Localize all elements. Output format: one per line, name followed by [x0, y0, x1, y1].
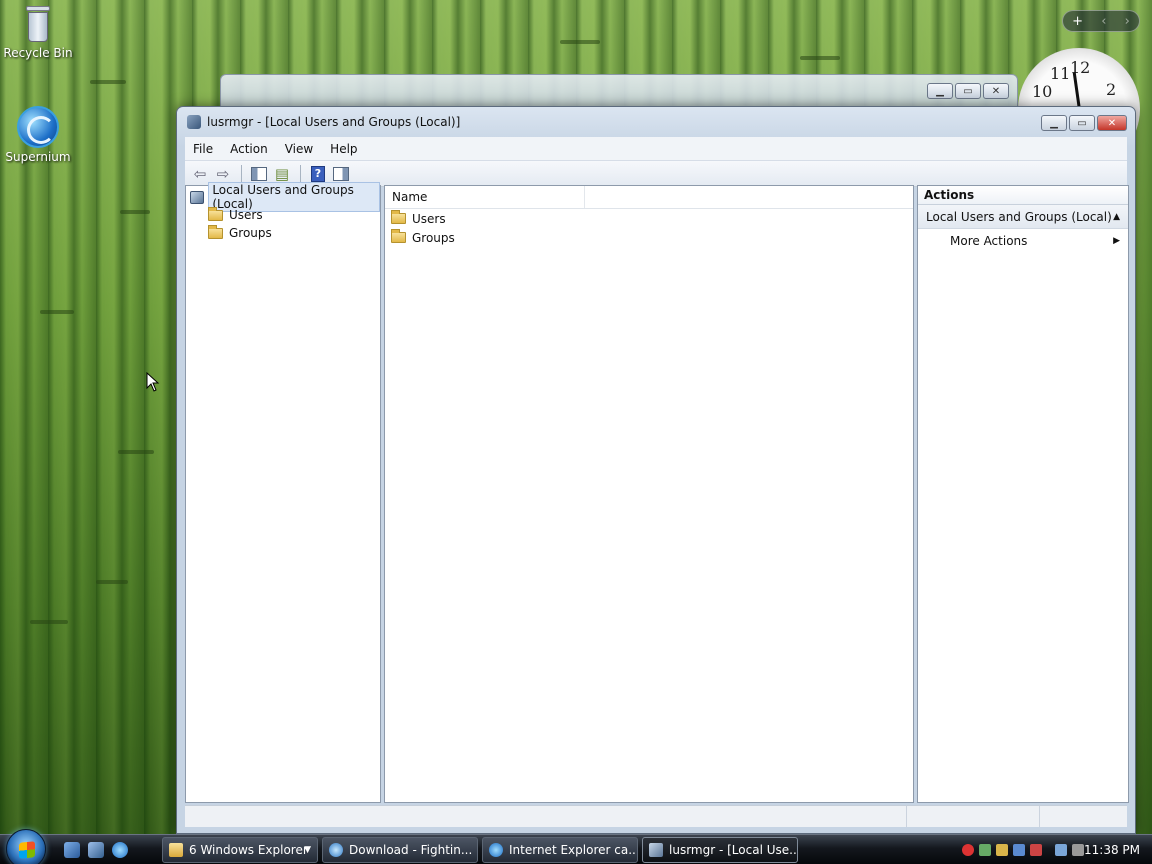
ie-icon	[489, 843, 503, 857]
network-icon[interactable]	[1013, 844, 1025, 856]
connection-icon[interactable]	[1055, 844, 1067, 856]
users-groups-icon	[190, 190, 205, 204]
desktop-icon-recycle-bin[interactable]: Recycle Bin	[0, 4, 76, 60]
lusrmgr-icon	[649, 843, 663, 857]
taskbar-button-label: lusrmgr - [Local Use...	[669, 843, 798, 857]
folder-icon	[391, 210, 406, 224]
taskbar-button-label: 6 Windows Explorer	[189, 843, 308, 857]
globe-icon	[17, 106, 59, 148]
actions-section[interactable]: Local Users and Groups (Local) ▲	[918, 205, 1128, 229]
back-arrow-icon[interactable]: ⇦	[189, 164, 211, 184]
tree-node-groups[interactable]: Groups	[186, 224, 380, 242]
recycle-bin-icon	[22, 4, 54, 44]
app-icon	[187, 115, 201, 129]
desktop-icon-label: Recycle Bin	[3, 46, 73, 60]
toolbar-separator	[300, 164, 301, 183]
tree-pane: Local Users and Groups (Local) Users Gro…	[185, 182, 381, 803]
ie-icon[interactable]	[112, 842, 128, 858]
show-hide-tree-icon[interactable]	[248, 164, 270, 184]
folder-icon	[208, 206, 223, 221]
taskbar-button-download[interactable]: Download - Fightin...	[322, 837, 478, 863]
title-bar[interactable]: lusrmgr - [Local Users and Groups (Local…	[177, 107, 1135, 137]
antivirus-icon[interactable]	[979, 844, 991, 856]
tree-node-root[interactable]: Local Users and Groups (Local)	[186, 182, 380, 212]
help-icon[interactable]: ?	[307, 164, 329, 184]
show-desktop-icon[interactable]	[64, 842, 80, 858]
volume-muted-icon[interactable]	[1072, 844, 1084, 856]
taskbar-button-label: Download - Fightin...	[349, 843, 473, 857]
clock-number: 10	[1032, 82, 1053, 101]
clock-number: 11	[1050, 64, 1071, 83]
taskbar-button-label: Internet Explorer ca...	[509, 843, 638, 857]
minimize-button[interactable]: ▁	[927, 83, 953, 99]
tree-node-label: Groups	[229, 226, 272, 240]
more-actions-item[interactable]: More Actions ▶	[918, 229, 1128, 253]
close-button[interactable]: ✕	[983, 83, 1009, 99]
previous-icon[interactable]: ‹	[1101, 14, 1106, 29]
tray-app-icon[interactable]	[996, 844, 1008, 856]
status-bar	[185, 805, 1127, 827]
add-gadget-icon[interactable]: +	[1072, 14, 1083, 29]
collapse-up-icon[interactable]: ▲	[1113, 212, 1120, 222]
maximize-button[interactable]: ▭	[1069, 115, 1095, 131]
taskbar-button-lusrmgr[interactable]: lusrmgr - [Local Use...	[642, 837, 798, 863]
export-list-icon[interactable]: ▤	[271, 164, 293, 184]
list-item[interactable]: Users	[385, 209, 913, 228]
more-actions-label: More Actions	[950, 234, 1028, 248]
folder-icon	[208, 224, 223, 239]
taskbar-button-explorer[interactable]: 6 Windows Explorer ▼	[162, 837, 318, 863]
menu-help[interactable]: Help	[330, 142, 357, 156]
list-pane: Name Users Groups	[384, 185, 914, 803]
folder-icon	[169, 843, 183, 857]
chevron-down-icon: ▼	[304, 845, 311, 855]
menu-view[interactable]: View	[285, 142, 313, 156]
submenu-arrow-icon: ▶	[1113, 236, 1120, 246]
sidebar-gadget-controls[interactable]: + ‹ ›	[1062, 10, 1140, 32]
browser-icon	[329, 843, 343, 857]
battery-icon[interactable]	[1030, 844, 1042, 856]
desktop-icon-label: Supernium	[5, 150, 71, 164]
column-header-name[interactable]: Name	[385, 186, 585, 208]
minimize-button[interactable]: ▁	[1041, 115, 1067, 131]
taskbar-clock[interactable]: 11:38 PM	[1084, 843, 1140, 857]
menu-action[interactable]: Action	[230, 142, 268, 156]
menu-bar: File Action View Help	[185, 137, 1127, 161]
lusrmgr-window: lusrmgr - [Local Users and Groups (Local…	[176, 106, 1136, 834]
tree-node-label: Users	[229, 208, 263, 222]
toolbar-separator	[241, 164, 242, 183]
taskbar: 6 Windows Explorer ▼ Download - Fightin.…	[0, 829, 1152, 864]
security-alert-icon[interactable]	[962, 844, 974, 856]
start-button[interactable]	[6, 829, 46, 864]
list-item-label: Groups	[412, 230, 455, 245]
next-icon[interactable]: ›	[1125, 14, 1130, 29]
switch-windows-icon[interactable]	[88, 842, 104, 858]
forward-arrow-icon[interactable]: ⇨	[212, 164, 234, 184]
list-item-label: Users	[412, 211, 446, 226]
actions-section-label: Local Users and Groups (Local)	[926, 209, 1112, 224]
window-title: lusrmgr - [Local Users and Groups (Local…	[207, 115, 461, 129]
clock-number: 2	[1106, 80, 1117, 99]
actions-header: Actions	[918, 186, 1128, 205]
menu-file[interactable]: File	[193, 142, 213, 156]
list-item[interactable]: Groups	[385, 228, 913, 247]
clock-hand	[1072, 72, 1081, 111]
actions-pane: Actions Local Users and Groups (Local) ▲…	[917, 185, 1129, 803]
close-button[interactable]: ✕	[1097, 115, 1127, 131]
column-header-row: Name	[385, 186, 913, 209]
maximize-button[interactable]: ▭	[955, 83, 981, 99]
taskbar-button-ie[interactable]: Internet Explorer ca...	[482, 837, 638, 863]
desktop-icon-supernium[interactable]: Supernium	[0, 106, 76, 164]
show-hide-action-pane-icon[interactable]	[330, 164, 352, 184]
folder-icon	[391, 229, 406, 243]
